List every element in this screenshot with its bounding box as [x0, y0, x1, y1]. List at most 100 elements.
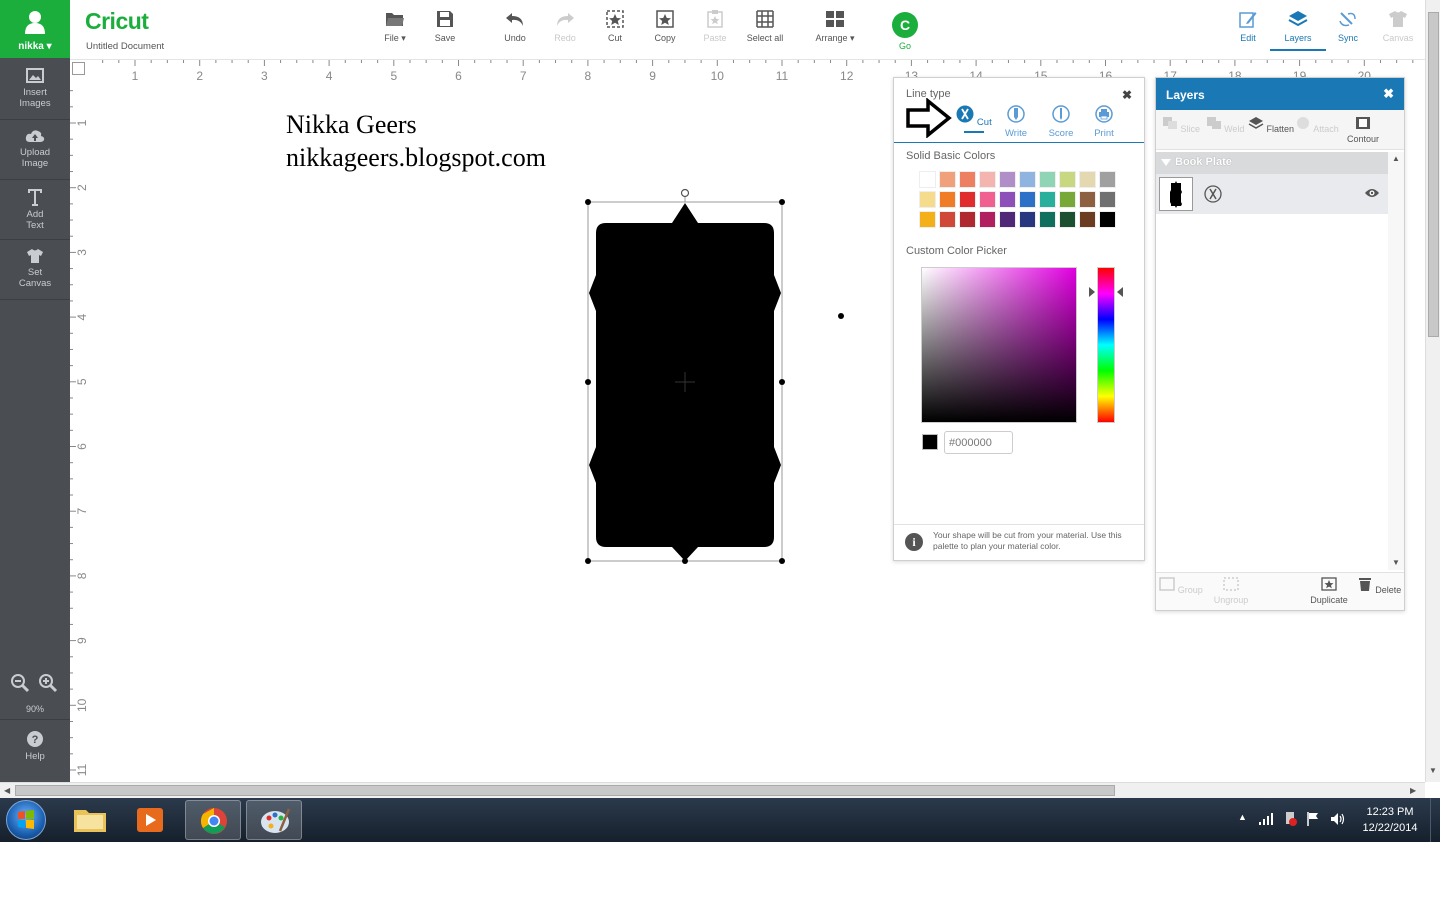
contour-button[interactable]: Contour: [1338, 116, 1388, 144]
resize-handle-bl[interactable]: [585, 558, 591, 564]
vertical-scrollbar[interactable]: ▼: [1425, 0, 1440, 782]
save-button[interactable]: Save: [415, 10, 475, 43]
resize-handle-tl[interactable]: [585, 199, 591, 205]
volume-icon[interactable]: [1330, 811, 1346, 827]
resize-handle-ml[interactable]: [585, 379, 591, 385]
ruler-label: 9: [649, 69, 656, 82]
start-button[interactable]: [6, 800, 46, 840]
color-swatch[interactable]: [979, 211, 996, 228]
color-swatch[interactable]: [939, 211, 956, 228]
zoom-out-icon[interactable]: [10, 673, 30, 693]
color-swatch[interactable]: [1059, 211, 1076, 228]
color-swatch[interactable]: [1079, 191, 1096, 208]
slice-button[interactable]: Slice: [1156, 116, 1206, 134]
layer-row[interactable]: [1156, 174, 1388, 214]
zoom-in-icon[interactable]: [38, 673, 58, 693]
hue-slider-right-handle[interactable]: [1117, 287, 1123, 297]
book-plate-shape[interactable]: [580, 185, 790, 570]
clock[interactable]: 12:23 PM 12/22/2014: [1355, 804, 1425, 836]
help-button[interactable]: ? Help: [0, 722, 70, 782]
color-swatch[interactable]: [1059, 171, 1076, 188]
group-button[interactable]: Group: [1156, 577, 1206, 595]
canvas-tab[interactable]: Canvas: [1368, 10, 1428, 43]
hex-color-input[interactable]: [944, 431, 1013, 454]
color-swatch[interactable]: [1099, 211, 1116, 228]
line-type-cut[interactable]: Cut: [954, 105, 994, 133]
color-swatch[interactable]: [959, 211, 976, 228]
line-type-write[interactable]: Write: [996, 105, 1036, 139]
taskbar-explorer[interactable]: [62, 800, 118, 840]
scroll-left-arrow-icon[interactable]: ◀: [4, 786, 10, 795]
color-swatch[interactable]: [939, 191, 956, 208]
action-center-flag-icon[interactable]: [1306, 811, 1320, 827]
color-swatch[interactable]: [1079, 211, 1096, 228]
show-desktop-button[interactable]: [1430, 798, 1440, 842]
horizontal-scroll-thumb[interactable]: [15, 785, 1115, 796]
scroll-down-arrow-icon[interactable]: ▼: [1429, 766, 1437, 775]
vertical-scroll-thumb[interactable]: [1428, 12, 1439, 337]
weld-button[interactable]: Weld: [1200, 116, 1250, 134]
rotate-handle[interactable]: [680, 188, 690, 198]
user-menu[interactable]: nikka ▾: [0, 0, 70, 58]
resize-handle-mr[interactable]: [779, 379, 785, 385]
cut-linetype-icon[interactable]: [1204, 185, 1222, 203]
color-swatch[interactable]: [1059, 191, 1076, 208]
color-swatch[interactable]: [919, 171, 936, 188]
safely-remove-hardware-icon[interactable]: [1282, 811, 1298, 827]
saturation-value-picker[interactable]: [921, 267, 1077, 423]
scroll-up-arrow-icon[interactable]: ▲: [1392, 154, 1400, 163]
attach-button[interactable]: Attach: [1292, 116, 1342, 134]
color-swatch[interactable]: [1039, 211, 1056, 228]
tray-expand-icon[interactable]: ▲: [1238, 812, 1247, 822]
color-swatch[interactable]: [1099, 191, 1116, 208]
color-swatch[interactable]: [1019, 191, 1036, 208]
color-swatch[interactable]: [939, 171, 956, 188]
select-all-button[interactable]: Select all: [735, 10, 795, 43]
color-swatch[interactable]: [979, 191, 996, 208]
chevron-down-icon[interactable]: [1161, 159, 1171, 166]
layer-group-book-plate[interactable]: Book Plate: [1156, 152, 1388, 174]
hue-slider[interactable]: [1097, 267, 1115, 423]
set-canvas-button[interactable]: Set Canvas: [0, 240, 70, 300]
ungroup-button[interactable]: Ungroup: [1206, 577, 1256, 605]
duplicate-button[interactable]: Duplicate: [1304, 577, 1354, 605]
color-swatch[interactable]: [919, 191, 936, 208]
eye-icon[interactable]: [1364, 187, 1380, 199]
resize-handle-tr[interactable]: [779, 199, 785, 205]
color-swatch[interactable]: [999, 171, 1016, 188]
color-swatch[interactable]: [979, 171, 996, 188]
delete-button[interactable]: Delete: [1354, 577, 1404, 595]
color-swatch[interactable]: [999, 191, 1016, 208]
insert-images-button[interactable]: Insert Images: [0, 60, 70, 120]
color-swatch[interactable]: [1039, 171, 1056, 188]
network-signal-icon[interactable]: [1258, 812, 1274, 826]
color-swatch[interactable]: [959, 171, 976, 188]
arrange-menu-button[interactable]: Arrange ▾: [805, 10, 865, 44]
color-swatch[interactable]: [1019, 211, 1036, 228]
taskbar-chrome[interactable]: [185, 800, 241, 840]
resize-handle-br[interactable]: [779, 558, 785, 564]
scroll-down-arrow-icon[interactable]: ▼: [1392, 558, 1400, 567]
color-swatch[interactable]: [919, 211, 936, 228]
horizontal-scrollbar[interactable]: ◀ ▶: [0, 782, 1425, 798]
color-swatch[interactable]: [1099, 171, 1116, 188]
color-swatch[interactable]: [1039, 191, 1056, 208]
upload-image-button[interactable]: Upload Image: [0, 120, 70, 180]
scroll-right-arrow-icon[interactable]: ▶: [1410, 786, 1416, 795]
layers-scrollbar[interactable]: ▲ ▼: [1388, 152, 1404, 570]
color-swatch[interactable]: [959, 191, 976, 208]
color-swatch[interactable]: [1079, 171, 1096, 188]
color-swatch[interactable]: [1019, 171, 1036, 188]
line-type-score[interactable]: Score: [1041, 105, 1081, 139]
close-icon[interactable]: ✖: [1122, 88, 1132, 102]
go-button[interactable]: C Go: [875, 12, 935, 51]
flatten-button[interactable]: Flatten: [1246, 116, 1296, 134]
taskbar-media-player[interactable]: [122, 800, 178, 840]
taskbar-paint[interactable]: [246, 800, 302, 840]
resize-handle-bm[interactable]: [682, 558, 688, 564]
color-swatch[interactable]: [999, 211, 1016, 228]
add-text-button[interactable]: Add Text: [0, 180, 70, 240]
line-type-print[interactable]: Print: [1084, 105, 1124, 139]
hue-slider-left-handle[interactable]: [1089, 287, 1095, 297]
close-icon[interactable]: ✖: [1383, 86, 1394, 102]
